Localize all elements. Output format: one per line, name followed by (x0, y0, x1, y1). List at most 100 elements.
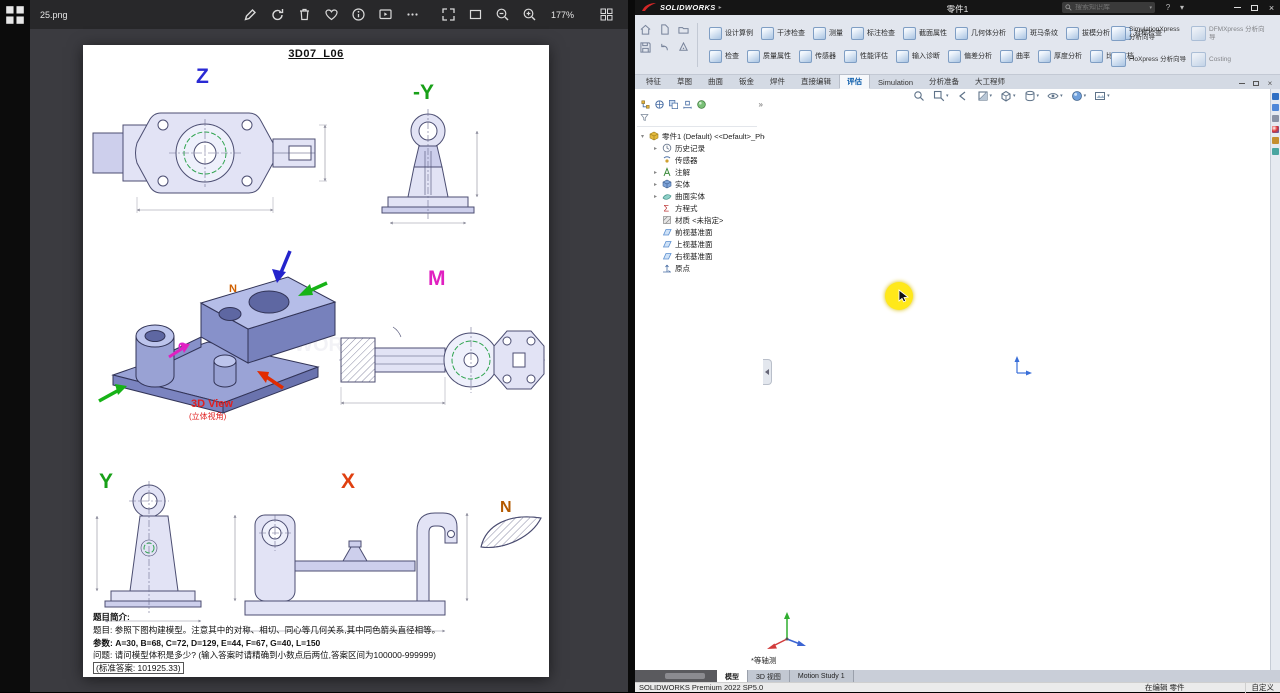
open-icon[interactable] (678, 24, 689, 35)
new-document-icon[interactable] (659, 24, 670, 35)
flyout-expand-icon[interactable]: » (759, 100, 763, 109)
apply-scene-button[interactable]: ▾ (1094, 90, 1110, 102)
ribbon-button[interactable]: 几何体分析 (951, 23, 1010, 43)
tree-item-front-plane[interactable]: 前视基准面 (637, 226, 765, 238)
expand-arrow[interactable]: ▸ (652, 181, 659, 188)
section-view-button[interactable]: ▾ (977, 90, 992, 102)
tree-item-surface-bodies[interactable]: ▸ 曲面实体 (637, 190, 765, 202)
ribbon-button[interactable]: 标注检查 (847, 23, 899, 43)
file-explorer-icon[interactable] (1272, 115, 1279, 122)
display-manager-icon[interactable] (696, 99, 707, 110)
options-dropdown-icon[interactable]: ▾ (1176, 2, 1188, 13)
tree-root[interactable]: ▾ 零件1 (Default) <<Default>_Photo (637, 130, 765, 142)
zoom-in-button[interactable] (519, 5, 539, 25)
search-box[interactable]: ▾ (1062, 2, 1155, 13)
doc-minimize-button[interactable] (1235, 77, 1249, 89)
appearances-icon[interactable] (1272, 126, 1279, 133)
tab-features[interactable]: 特征 (638, 74, 669, 89)
tab-direct-editing[interactable]: 直接编辑 (793, 74, 839, 89)
feature-tree-icon[interactable] (640, 99, 651, 110)
ribbon-button[interactable]: 厚度分析 (1034, 46, 1086, 66)
help-icon[interactable]: ? (1162, 2, 1174, 13)
tab-evaluate[interactable]: 评估 (839, 74, 870, 89)
thumbnails-button[interactable] (596, 4, 616, 24)
tab-extra[interactable]: 大工程师 (967, 74, 1013, 89)
close-button[interactable]: × (1263, 0, 1280, 15)
tree-filter[interactable] (637, 110, 757, 127)
maximize-button[interactable] (1246, 0, 1263, 15)
ribbon-button[interactable]: 干涉检查 (757, 23, 809, 43)
ribbon-button[interactable]: 拔模分析 (1062, 23, 1114, 43)
tree-item-origin[interactable]: 原点 (637, 262, 765, 274)
tab-sheetmetal[interactable]: 钣金 (731, 74, 762, 89)
panel-collapse-handle[interactable] (763, 359, 772, 385)
ribbon-button[interactable]: SimulationXpress 分析向导 (1111, 21, 1187, 46)
tree-item-solid-bodies[interactable]: ▸ 实体 (637, 178, 765, 190)
ribbon-button[interactable]: 偏差分析 (944, 46, 996, 66)
gallery-button[interactable] (4, 4, 26, 26)
customize-button[interactable]: 自定义 (1244, 682, 1274, 693)
delete-button[interactable] (294, 5, 314, 25)
more-button[interactable] (402, 5, 422, 25)
ribbon-button[interactable]: DFMXp​ress 分析向导 (1191, 21, 1267, 46)
slideshow-button[interactable] (375, 5, 395, 25)
zoom-out-button[interactable] (492, 5, 512, 25)
rebuild-icon[interactable] (678, 42, 689, 53)
rotate-button[interactable] (267, 5, 287, 25)
expand-arrow[interactable]: ▸ (652, 169, 659, 176)
tree-item-material[interactable]: 材质 <未指定> (637, 214, 765, 226)
hide-show-items-button[interactable]: ▾ (1047, 90, 1063, 102)
save-icon[interactable] (640, 42, 651, 53)
viewer-canvas[interactable]: 3D07_L06 SOLIDWORKS (30, 29, 628, 692)
tab-sketch[interactable]: 草图 (669, 74, 700, 89)
ribbon-button[interactable]: 检查 (705, 46, 743, 66)
resources-icon[interactable] (1272, 93, 1279, 100)
dimxpert-manager-icon[interactable] (682, 99, 693, 110)
ribbon-button[interactable]: 质量属性 (743, 46, 795, 66)
info-button[interactable] (348, 5, 368, 25)
view-orientation-button[interactable]: ▾ (1000, 90, 1016, 102)
fullscreen-button[interactable] (438, 5, 458, 25)
fit-window-button[interactable] (465, 5, 485, 25)
tab-scrollbar[interactable] (635, 670, 717, 682)
tab-simulation[interactable]: Simulation (870, 76, 921, 89)
doc-close-button[interactable]: × (1263, 77, 1277, 89)
tree-item-sensors[interactable]: 传感器 (637, 154, 765, 166)
tab-weldments[interactable]: 焊件 (762, 74, 793, 89)
ribbon-button[interactable]: 传感器 (795, 46, 840, 66)
forum-icon[interactable] (1272, 148, 1279, 155)
expand-arrow[interactable]: ▸ (652, 193, 659, 200)
ribbon-button[interactable]: 设计算例 (705, 23, 757, 43)
doc-restore-button[interactable] (1249, 77, 1263, 89)
minimize-button[interactable] (1229, 0, 1246, 15)
ribbon-button[interactable]: 测量 (809, 23, 847, 43)
graphics-area[interactable]: ▾ ▾ ▾ ▾ ▾ ▾ ▾ » ▾ 零件1 (Default) <<Defaul… (635, 89, 1280, 670)
custom-properties-icon[interactable] (1272, 137, 1279, 144)
ribbon-button[interactable]: 截面属性 (899, 23, 951, 43)
edit-button[interactable] (240, 5, 260, 25)
zoom-area-button[interactable]: ▾ (933, 90, 949, 102)
home-icon[interactable] (640, 24, 651, 35)
ribbon-button[interactable]: 输入诊断 (892, 46, 944, 66)
tree-item-annotations[interactable]: ▸ 注解 (637, 166, 765, 178)
3d-views-tab[interactable]: 3D 视图 (748, 670, 790, 682)
display-style-button[interactable]: ▾ (1024, 90, 1039, 102)
motion-study-tab[interactable]: Motion Study 1 (789, 670, 854, 682)
tree-item-right-plane[interactable]: 右视基准面 (637, 250, 765, 262)
tree-item-history[interactable]: ▸ 历史记录 (637, 142, 765, 154)
ribbon-button[interactable]: 曲率 (996, 46, 1034, 66)
search-input[interactable] (1075, 4, 1147, 11)
design-library-icon[interactable] (1272, 104, 1279, 111)
tab-surfaces[interactable]: 曲面 (700, 74, 731, 89)
zoom-fit-button[interactable] (913, 90, 925, 102)
tab-analysis-prep[interactable]: 分析准备 (921, 74, 967, 89)
expand-arrow[interactable]: ▸ (652, 145, 659, 152)
tree-item-equations[interactable]: Σ 方程式 (637, 202, 765, 214)
ribbon-button[interactable]: Costing (1191, 47, 1267, 72)
favorite-button[interactable] (321, 5, 341, 25)
search-dropdown-icon[interactable]: ▾ (1149, 5, 1152, 11)
model-tab[interactable]: 模型 (717, 670, 748, 682)
property-manager-icon[interactable] (654, 99, 665, 110)
undo-icon[interactable] (659, 42, 670, 53)
configuration-manager-icon[interactable] (668, 99, 679, 110)
